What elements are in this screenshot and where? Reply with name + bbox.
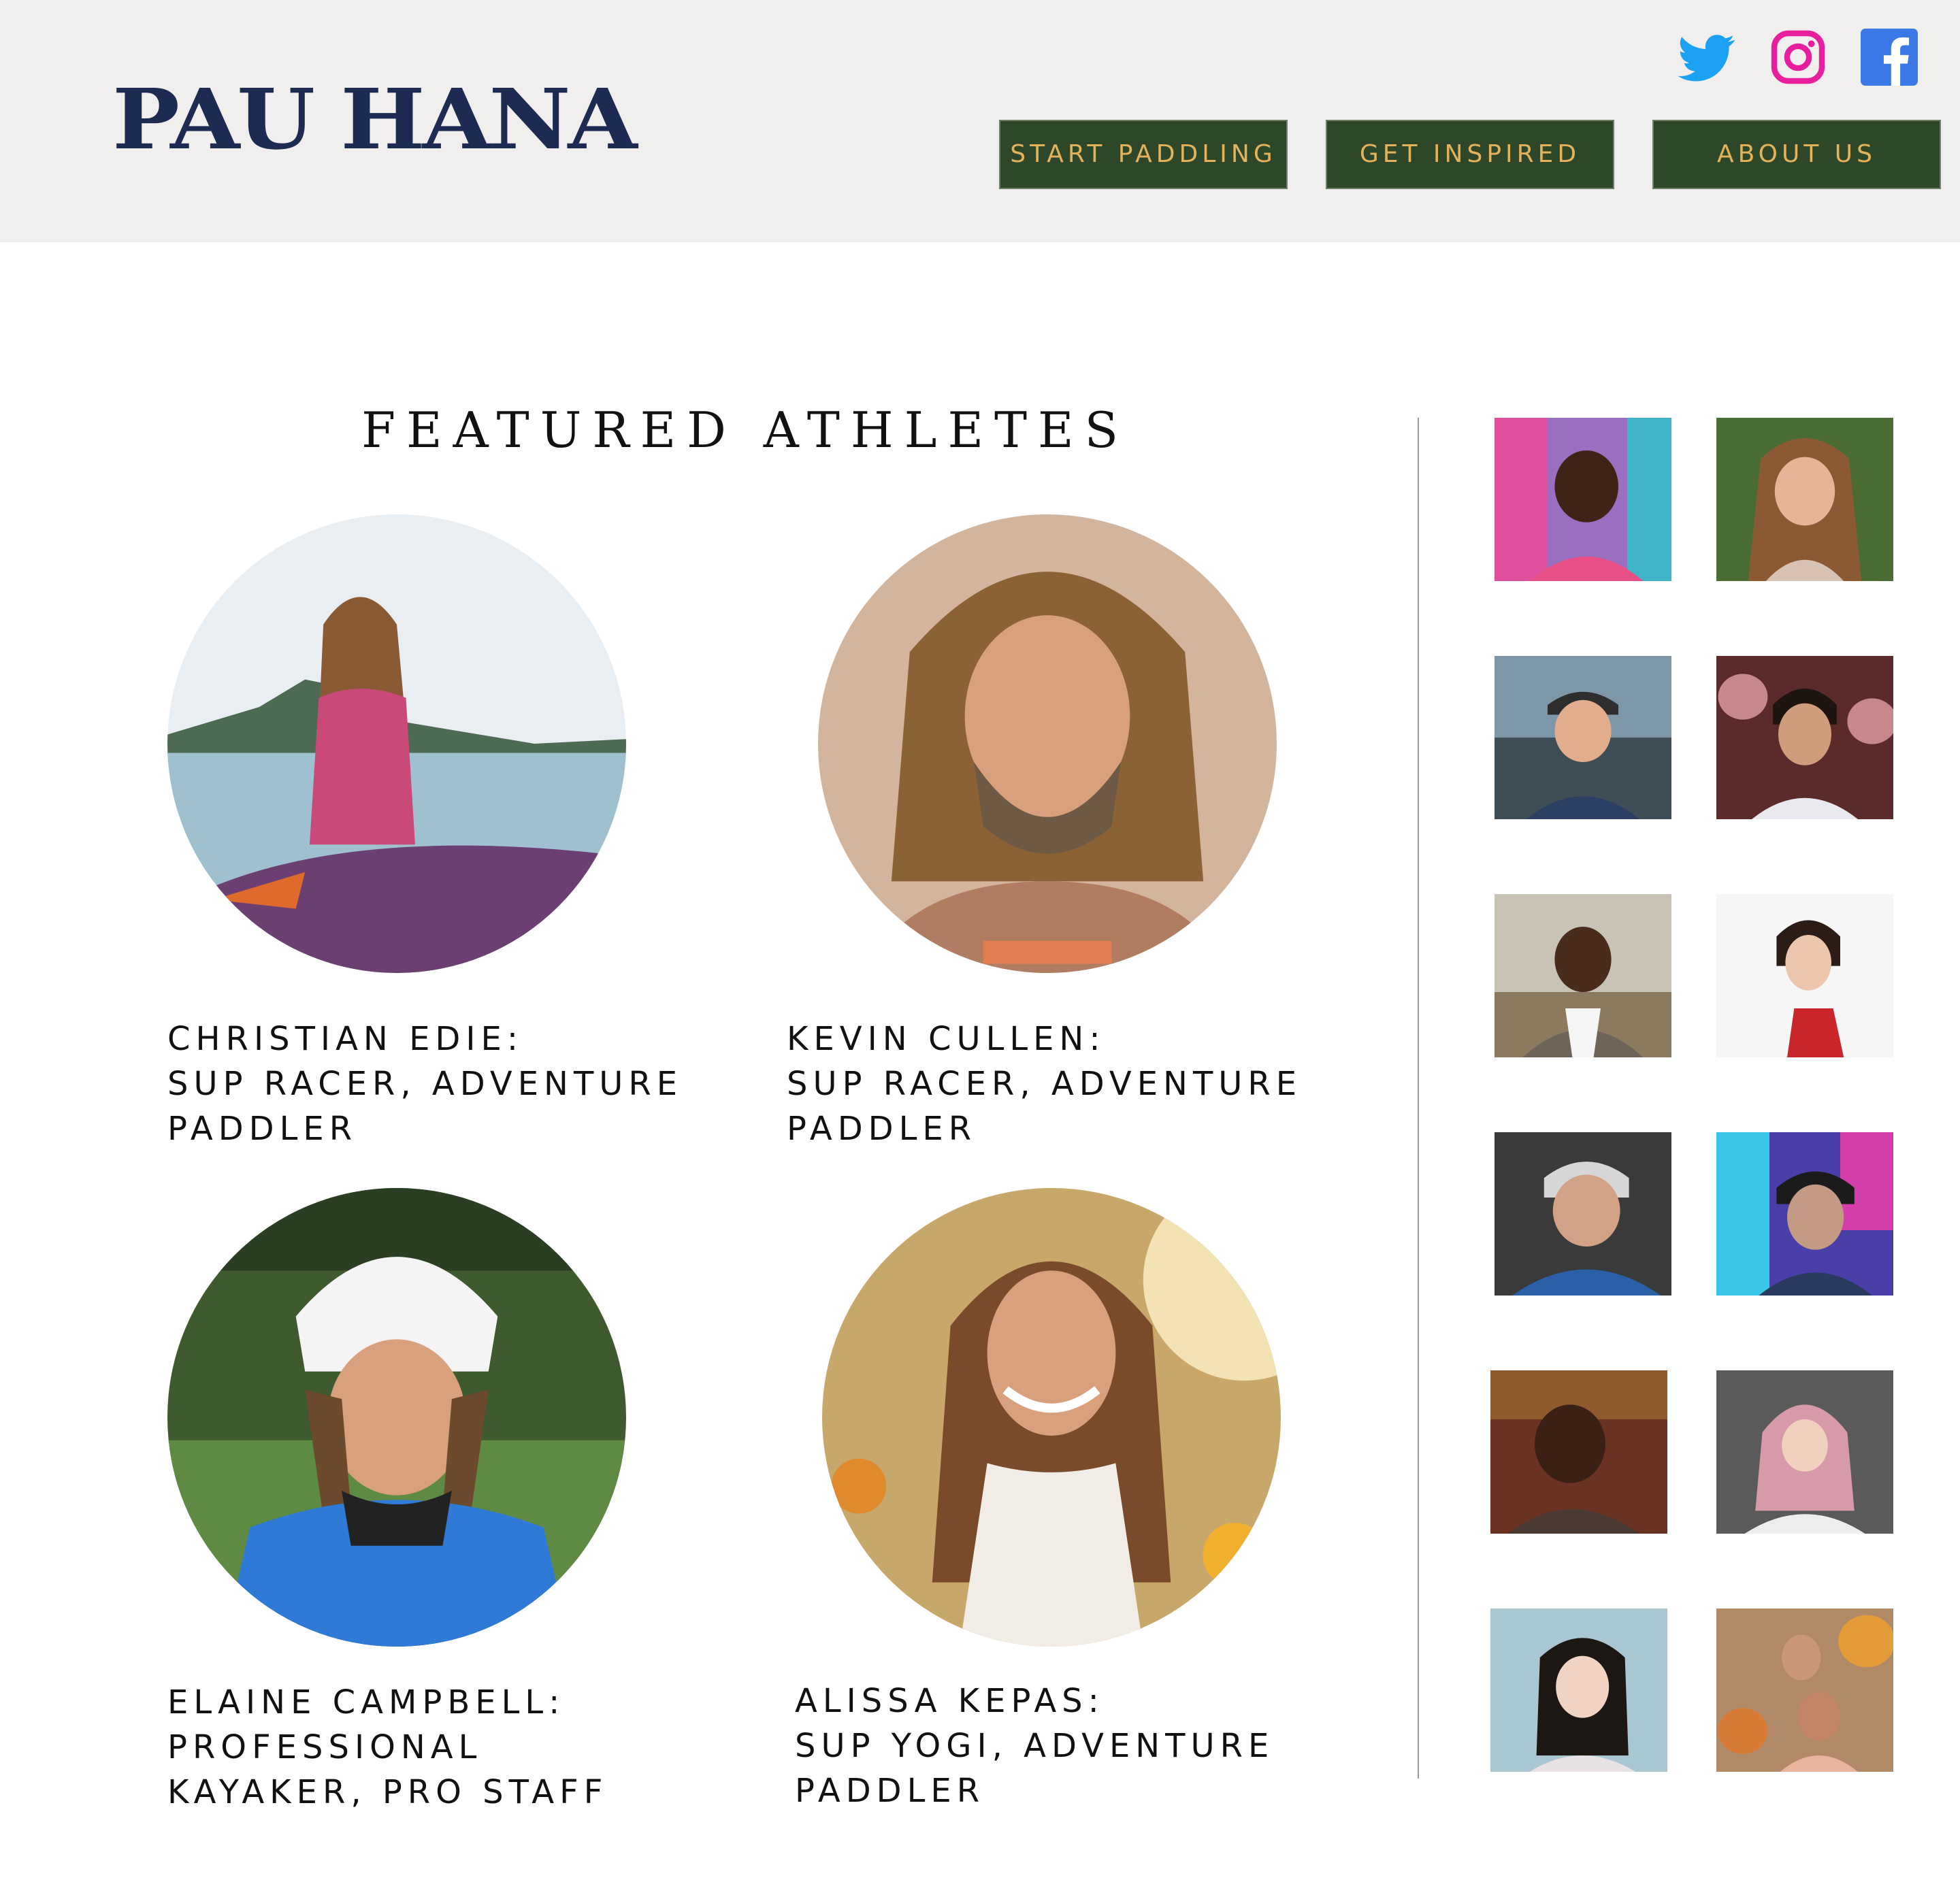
athlete-name: ALISSA KEPAS: [795, 1682, 1105, 1720]
thumb-photo-5[interactable] [1494, 894, 1671, 1057]
athlete-role: PADDLER [787, 1110, 977, 1148]
page: PAU HANA START PADDLING GET INSPIRED ABO… [0, 0, 1960, 1897]
nav-get-inspired-button[interactable]: GET INSPIRED [1326, 120, 1614, 189]
athlete-role: SUP YOGI, ADVENTURE [795, 1727, 1275, 1765]
thumb-photo-6[interactable] [1716, 894, 1893, 1057]
thumb-photo-11[interactable] [1490, 1609, 1667, 1772]
athlete-caption: ELAINE CAMPBELL: PROFESSIONAL KAYAKER, P… [167, 1680, 685, 1815]
athlete-role: SUP RACER, ADVENTURE [787, 1065, 1303, 1103]
nav-start-paddling-button[interactable]: START PADDLING [999, 120, 1288, 189]
facebook-icon[interactable] [1861, 29, 1918, 86]
athlete-role: PADDLER [167, 1110, 358, 1148]
thumb-photo-3[interactable] [1494, 656, 1671, 819]
thumb-photo-2[interactable] [1716, 418, 1893, 581]
athlete-caption: KEVIN CULLEN: SUP RACER, ADVENTURE PADDL… [787, 1017, 1304, 1151]
instagram-icon[interactable] [1769, 29, 1827, 86]
thumb-photo-9[interactable] [1490, 1370, 1667, 1534]
thumb-photo-7[interactable] [1494, 1132, 1671, 1296]
athlete-role: SUP RACER, ADVENTURE [167, 1065, 683, 1103]
nav-about-us-button[interactable]: ABOUT US [1652, 120, 1941, 189]
vertical-divider [1418, 418, 1419, 1779]
thumb-photo-4[interactable] [1716, 656, 1893, 819]
thumb-photo-10[interactable] [1716, 1370, 1893, 1534]
thumb-photo-1[interactable] [1494, 418, 1671, 581]
site-header: PAU HANA START PADDLING GET INSPIRED ABO… [0, 0, 1960, 242]
thumb-photo-12[interactable] [1716, 1609, 1893, 1772]
athlete-photo-kevin-cullen[interactable] [818, 514, 1277, 973]
athlete-name: CHRISTIAN EDIE: [167, 1020, 524, 1058]
section-title: FEATURED ATHLETES [361, 401, 1129, 459]
athlete-role: PADDLER [795, 1772, 985, 1810]
athlete-name: KEVIN CULLEN: [787, 1020, 1106, 1058]
athlete-role: KAYAKER, PRO STAFF [167, 1773, 608, 1811]
athlete-name: ELAINE CAMPBELL: [167, 1683, 566, 1721]
athlete-photo-christian-edie[interactable] [167, 514, 626, 973]
thumb-photo-8[interactable] [1716, 1132, 1893, 1296]
athlete-photo-elaine-campbell[interactable] [167, 1188, 626, 1647]
athlete-caption: CHRISTIAN EDIE: SUP RACER, ADVENTURE PAD… [167, 1017, 685, 1151]
athlete-caption: ALISSA KEPAS: SUP YOGI, ADVENTURE PADDLE… [795, 1679, 1312, 1813]
site-logo[interactable]: PAU HANA [112, 71, 638, 167]
twitter-icon[interactable] [1678, 29, 1735, 86]
athlete-role: PROFESSIONAL [167, 1728, 483, 1766]
athlete-photo-alissa-kepas[interactable] [822, 1188, 1281, 1647]
